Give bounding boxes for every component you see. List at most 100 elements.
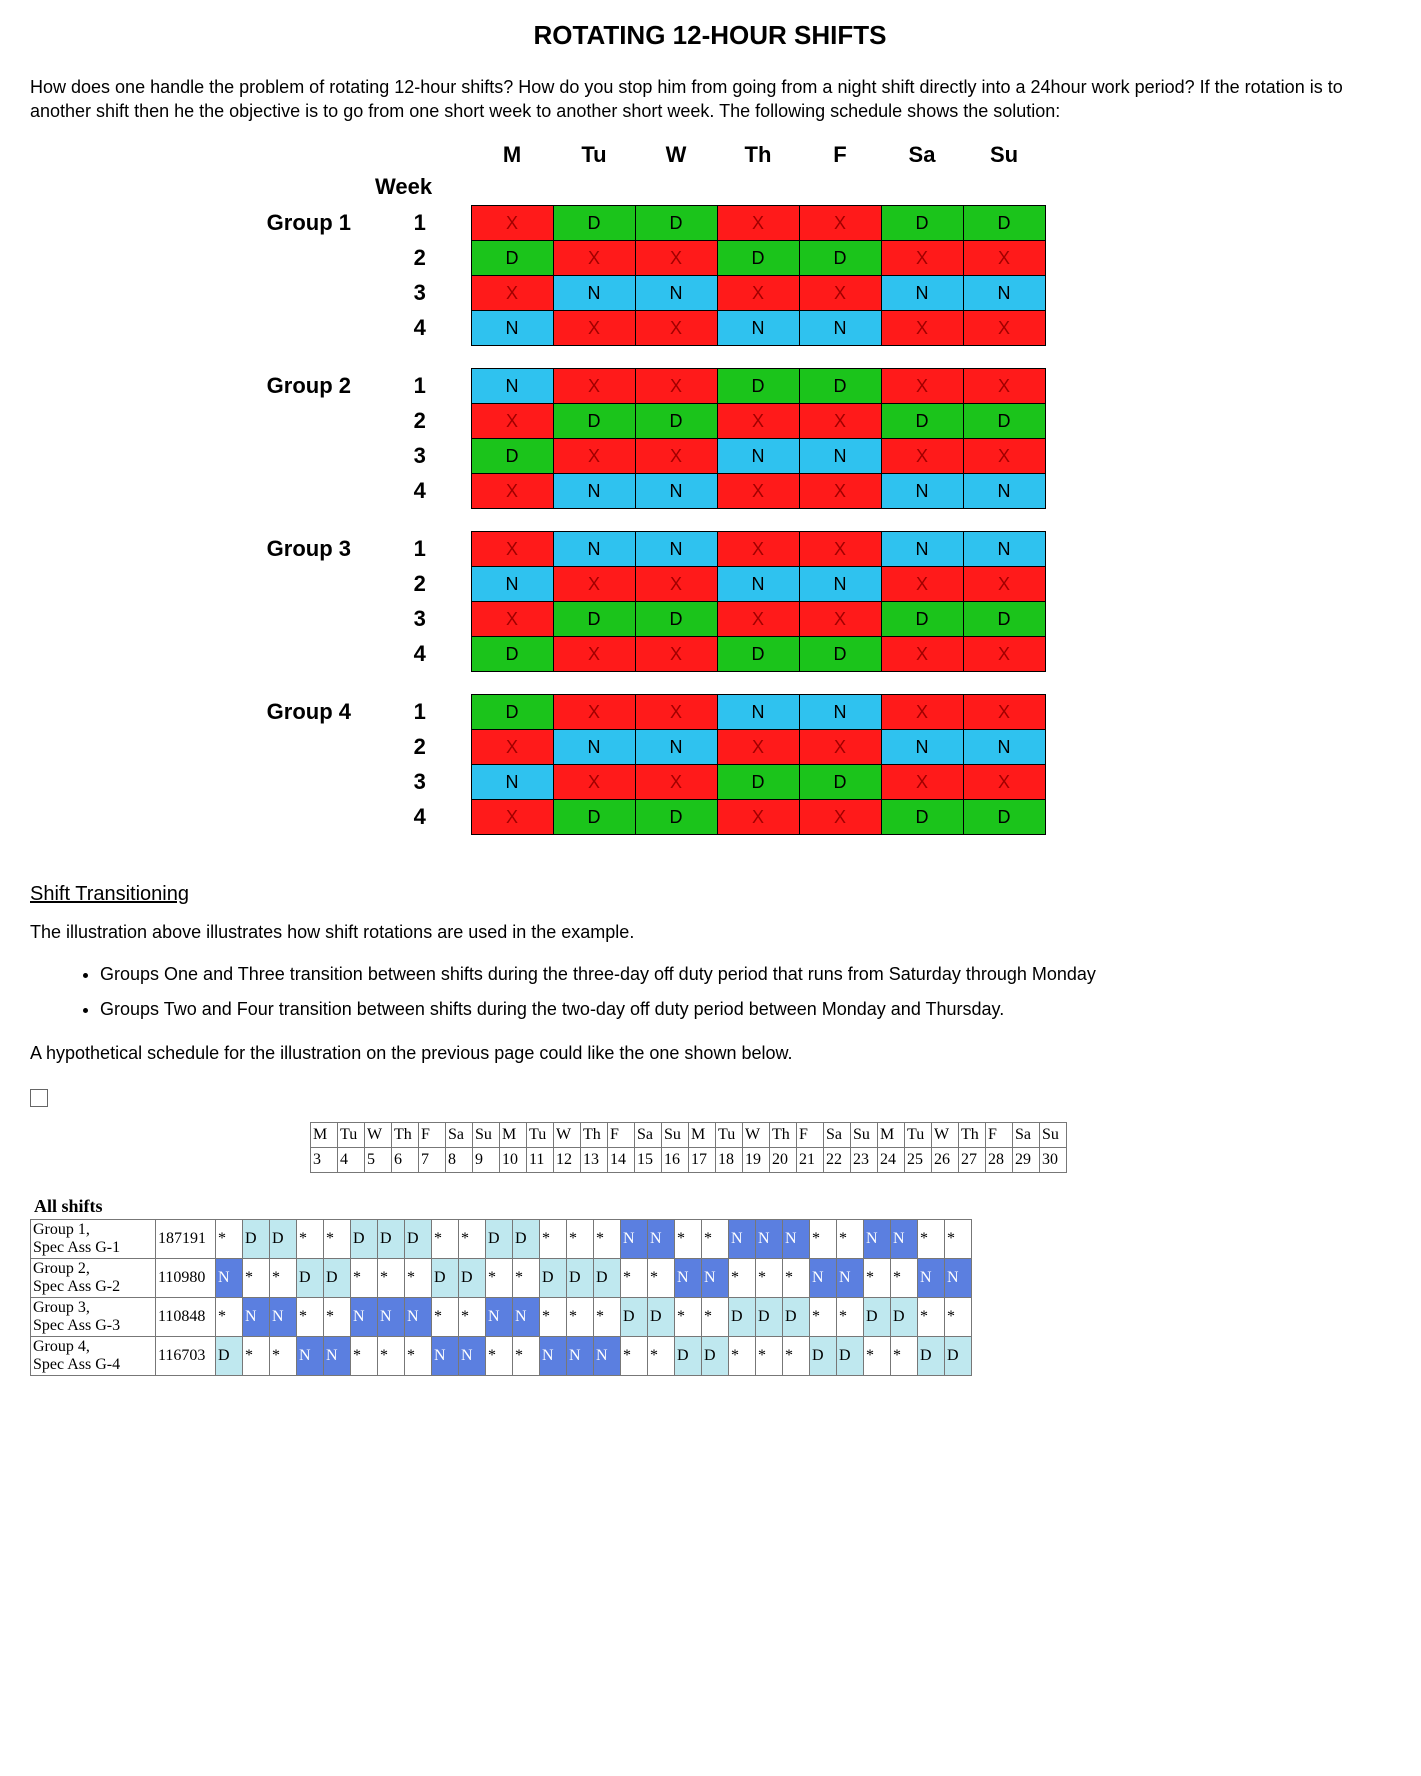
cal-day-num: 5 (365, 1148, 392, 1173)
shift-cell: X (635, 311, 717, 346)
cal-cell: N (540, 1337, 567, 1376)
week-number: 1 (369, 532, 471, 567)
cal-cell: D (540, 1259, 567, 1298)
cal-day-label: F (608, 1123, 635, 1148)
cal-day-num: 15 (635, 1148, 662, 1173)
cal-cell: * (405, 1337, 432, 1376)
cal-day-num: 17 (689, 1148, 716, 1173)
shift-transitioning-heading: Shift Transitioning (30, 883, 1390, 906)
shift-cell: D (553, 602, 635, 637)
cal-cell: * (837, 1220, 864, 1259)
cal-cell: * (486, 1259, 513, 1298)
cal-cell: N (378, 1298, 405, 1337)
cal-cell: N (729, 1220, 756, 1259)
cal-cell: * (864, 1337, 891, 1376)
shift-cell: D (799, 369, 881, 404)
cal-cell: N (351, 1298, 378, 1337)
shift-cell: D (799, 637, 881, 672)
shift-cell: X (799, 276, 881, 311)
cal-day-num: 3 (311, 1148, 338, 1173)
cal-cell: D (648, 1298, 675, 1337)
shift-cell: X (881, 567, 963, 602)
cal-cell: N (918, 1259, 945, 1298)
shift-cell: D (471, 637, 553, 672)
shift-cell: X (635, 637, 717, 672)
day-header: Su (963, 142, 1045, 174)
week-number: 2 (369, 567, 471, 602)
week-number: 2 (369, 241, 471, 276)
week-number: 3 (369, 276, 471, 311)
cal-row-label: Group 2,Spec Ass G-2 (31, 1259, 156, 1298)
cal-cell: N (459, 1337, 486, 1376)
shift-cell: X (799, 206, 881, 241)
shift-cell: X (717, 730, 799, 765)
day-header: M (471, 142, 553, 174)
cal-cell: * (783, 1337, 810, 1376)
shift-cell: D (471, 439, 553, 474)
cal-cell: D (810, 1337, 837, 1376)
cal-cell: N (702, 1259, 729, 1298)
cal-day-label: Tu (338, 1123, 365, 1148)
cal-cell: D (243, 1220, 270, 1259)
shift-cell: N (635, 730, 717, 765)
week-label: Week (369, 174, 471, 206)
cal-cell: * (621, 1337, 648, 1376)
cal-cell: D (864, 1298, 891, 1337)
cal-cell: * (783, 1259, 810, 1298)
shift-cell: X (471, 602, 553, 637)
cal-day-label: F (986, 1123, 1013, 1148)
cal-day-label: M (500, 1123, 527, 1148)
cal-day-label: W (743, 1123, 770, 1148)
cal-day-num: 22 (824, 1148, 851, 1173)
cal-day-label: M (689, 1123, 716, 1148)
shift-cell: X (553, 311, 635, 346)
shift-cell: X (717, 474, 799, 509)
shift-cell: X (553, 637, 635, 672)
week-number: 1 (369, 695, 471, 730)
cal-day-label: Tu (716, 1123, 743, 1148)
week-number: 3 (369, 602, 471, 637)
cal-cell: N (486, 1298, 513, 1337)
cal-day-label: F (797, 1123, 824, 1148)
cal-cell: D (567, 1259, 594, 1298)
shift-cell: X (963, 241, 1045, 276)
cal-cell: D (270, 1220, 297, 1259)
shift-cell: X (635, 241, 717, 276)
cal-row-id: 110848 (156, 1298, 216, 1337)
cal-cell: * (864, 1259, 891, 1298)
cal-cell: * (702, 1220, 729, 1259)
day-header: W (635, 142, 717, 174)
cal-cell: * (459, 1220, 486, 1259)
cal-day-num: 8 (446, 1148, 473, 1173)
group-label: Group 4 (230, 695, 369, 730)
shift-cell: N (635, 276, 717, 311)
calendar-schedule: MTuWThFSaSuMTuWThFSaSuMTuWThFSaSuMTuWThF… (30, 1122, 1390, 1376)
cal-cell: N (621, 1220, 648, 1259)
cal-cell: * (648, 1259, 675, 1298)
shift-cell: D (963, 800, 1045, 835)
cal-cell: * (540, 1220, 567, 1259)
shift-cell: D (553, 800, 635, 835)
cal-day-label: W (554, 1123, 581, 1148)
shift-cell: X (717, 206, 799, 241)
day-header: F (799, 142, 881, 174)
cal-day-num: 6 (392, 1148, 419, 1173)
cal-row-label: Group 3,Spec Ass G-3 (31, 1298, 156, 1337)
week-number: 1 (369, 369, 471, 404)
cal-cell: N (810, 1259, 837, 1298)
cal-cell: D (459, 1259, 486, 1298)
shift-cell: X (553, 369, 635, 404)
cal-cell: N (864, 1220, 891, 1259)
shift-cell: D (717, 241, 799, 276)
cal-day-label: M (311, 1123, 338, 1148)
shift-cell: N (799, 567, 881, 602)
cal-cell: D (702, 1337, 729, 1376)
shift-cell: X (553, 695, 635, 730)
cal-cell: * (648, 1337, 675, 1376)
shift-cell: X (799, 800, 881, 835)
shift-cell: N (471, 311, 553, 346)
all-shifts-label: All shifts (34, 1196, 1390, 1217)
shift-cell: N (471, 765, 553, 800)
cal-cell: N (756, 1220, 783, 1259)
cal-day-num: 18 (716, 1148, 743, 1173)
